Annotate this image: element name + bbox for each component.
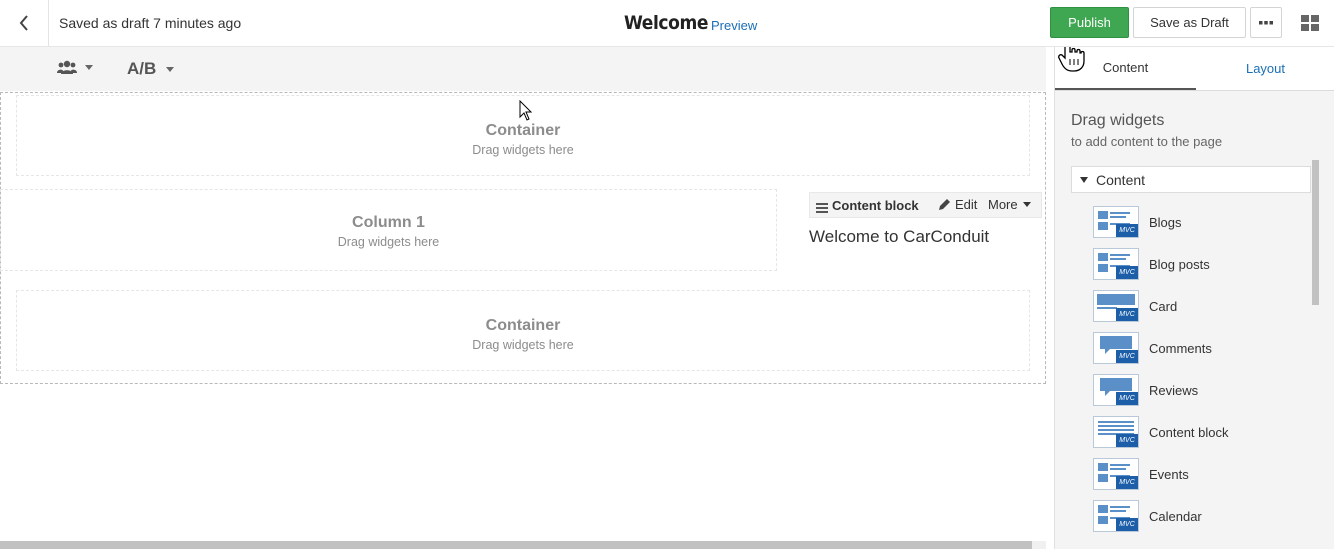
widget-label: Card [1149, 298, 1178, 314]
more-options-button[interactable] [1250, 7, 1282, 38]
events-icon: MVC [1093, 458, 1139, 490]
widget-calendar[interactable]: MVC Calendar [1093, 495, 1309, 537]
widget-label: Content block [1149, 424, 1229, 440]
page-title: Welcome [624, 12, 709, 34]
horizontal-scrollbar-thumb[interactable] [0, 541, 1032, 549]
card-icon: MVC [1093, 290, 1139, 322]
calendar-icon: MVC [1093, 500, 1139, 532]
widget-label: Reviews [1149, 382, 1199, 398]
widget-label: Comments [1149, 340, 1212, 356]
drop-hint: Drag widgets here [472, 338, 574, 352]
personalization-dropdown[interactable] [57, 60, 93, 75]
widget-content-block[interactable]: MVC Content block [1093, 411, 1309, 453]
grid-icon [1301, 15, 1319, 31]
widget-blogs[interactable]: MVC Blogs [1093, 201, 1309, 243]
ab-test-label: A/B [127, 59, 157, 78]
container-title: Container [485, 122, 561, 139]
widgets-panel-toggle[interactable] [1298, 12, 1322, 34]
edit-widget-button[interactable]: Edit [938, 197, 977, 212]
drop-hint: Drag widgets here [472, 143, 574, 157]
more-label: More [988, 197, 1018, 212]
widget-comments[interactable]: MVC Comments [1093, 327, 1309, 369]
mvc-badge: MVC [1116, 518, 1138, 531]
chevron-down-icon [85, 65, 93, 70]
mvc-badge: MVC [1116, 224, 1138, 237]
widget-label: Calendar [1149, 508, 1202, 524]
preview-link[interactable]: Preview [711, 18, 757, 33]
widget-events[interactable]: MVC Events [1093, 453, 1309, 495]
tab-layout[interactable]: Layout [1196, 47, 1334, 90]
sidebar-heading: Drag widgets [1071, 112, 1165, 129]
column-title: Column 1 [352, 214, 425, 231]
mvc-badge: MVC [1116, 308, 1138, 321]
content-block-toolbar: Content block Edit More [809, 192, 1042, 218]
drag-handle-icon[interactable] [816, 200, 828, 218]
mvc-badge: MVC [1116, 434, 1138, 447]
ellipsis-icon [1259, 20, 1273, 24]
ab-test-dropdown[interactable]: A/B [127, 59, 175, 79]
chevron-down-icon [166, 66, 175, 72]
column-1-dropzone[interactable]: Column 1 Drag widgets here [0, 189, 777, 271]
widget-label: Events [1149, 466, 1189, 482]
sidebar-subheading: to add content to the page [1071, 134, 1223, 149]
back-button[interactable] [0, 0, 49, 46]
comments-icon: MVC [1093, 332, 1139, 364]
bottom-container-dropzone[interactable]: Container Drag widgets here [16, 290, 1030, 371]
blog-posts-icon: MVC [1093, 248, 1139, 280]
chevron-down-icon [1022, 202, 1031, 207]
top-bar: Saved as draft 7 minutes ago Welcome Pre… [0, 0, 1334, 47]
users-icon [57, 60, 77, 74]
caret-down-icon [1080, 176, 1088, 183]
chevron-left-icon [19, 15, 28, 31]
editor-toolbar: A/B [0, 47, 1046, 91]
content-block-title: Content block [832, 198, 919, 213]
widget-card[interactable]: MVC Card [1093, 285, 1309, 327]
blogs-icon: MVC [1093, 206, 1139, 238]
publish-button[interactable]: Publish [1050, 7, 1129, 38]
mvc-badge: MVC [1116, 476, 1138, 489]
mvc-badge: MVC [1116, 392, 1138, 405]
content-block-text[interactable]: Welcome to CarConduit [809, 227, 989, 247]
tab-content[interactable]: Content [1055, 47, 1196, 90]
content-block-icon: MVC [1093, 416, 1139, 448]
container-title: Container [485, 317, 561, 334]
reviews-icon: MVC [1093, 374, 1139, 406]
mvc-badge: MVC [1116, 350, 1138, 363]
sidebar-scrollbar-thumb[interactable] [1312, 160, 1319, 305]
widget-label: Blog posts [1149, 256, 1210, 272]
edit-label: Edit [955, 197, 978, 212]
widget-sidebar: Content Layout Drag widgets to add conte… [1054, 47, 1334, 549]
widget-reviews[interactable]: MVC Reviews [1093, 369, 1309, 411]
pencil-icon [939, 199, 950, 210]
category-label: Content [1096, 171, 1146, 188]
drop-hint: Drag widgets here [337, 235, 440, 249]
sidebar-tabs: Content Layout [1055, 47, 1334, 91]
category-toggle-content[interactable]: Content [1071, 166, 1311, 193]
top-container-dropzone[interactable]: Container Drag widgets here [16, 95, 1030, 176]
mvc-badge: MVC [1116, 266, 1138, 279]
widget-label: Blogs [1149, 214, 1182, 230]
save-as-draft-button[interactable]: Save as Draft [1133, 7, 1246, 38]
widget-blog-posts[interactable]: MVC Blog posts [1093, 243, 1309, 285]
widget-list: MVC Blogs MVC Blog posts MVC Card MVC Co… [1093, 201, 1309, 537]
widget-more-dropdown[interactable]: More [988, 197, 1031, 212]
save-status: Saved as draft 7 minutes ago [59, 15, 242, 31]
